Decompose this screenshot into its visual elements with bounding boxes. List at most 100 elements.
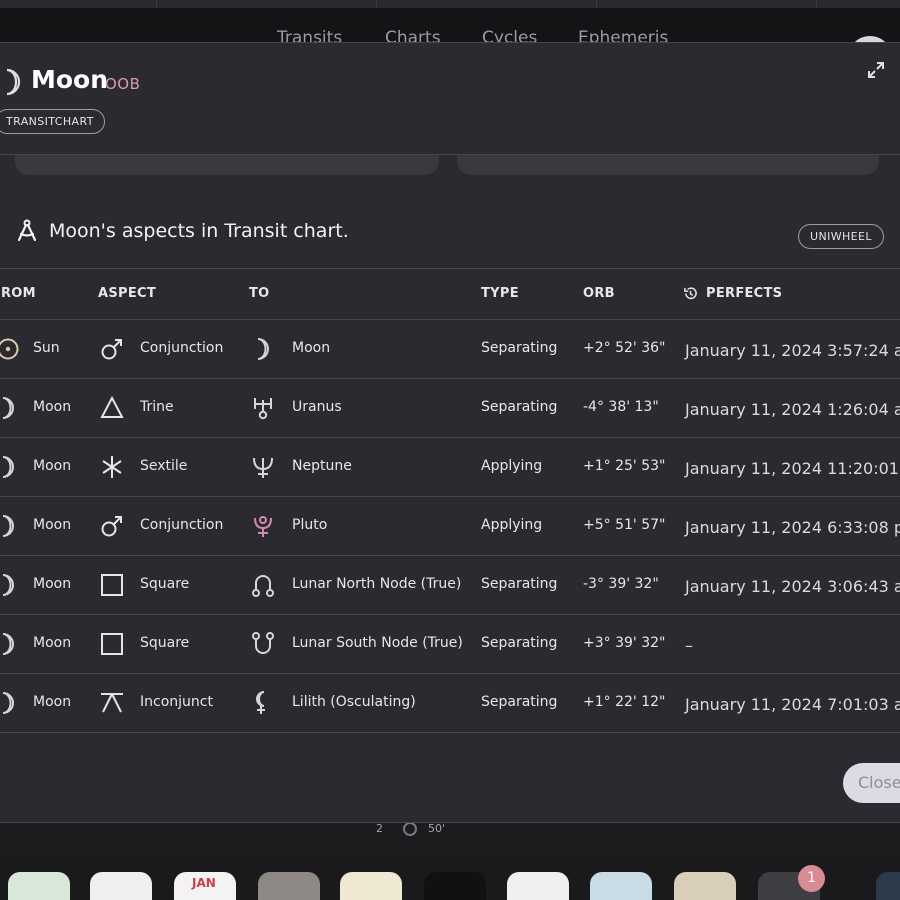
perfects-cell: January 11, 2024 6:33:08 pm xyxy=(685,518,900,537)
header-type[interactable]: TYPE xyxy=(481,286,519,301)
to-cell: Lilith (Osculating) xyxy=(292,694,416,710)
moon-icon xyxy=(2,692,14,714)
expand-icon[interactable] xyxy=(867,61,885,79)
south-node-icon xyxy=(252,632,274,654)
table-row[interactable]: Moon Square Lunar South Node (True) Separat… xyxy=(0,615,900,674)
aspect-cell: Inconjunct xyxy=(140,694,213,710)
to-cell: Neptune xyxy=(292,458,352,474)
header-to[interactable]: TO xyxy=(249,286,270,301)
table-body: Sun Conjunction Moon Separating +2° 52' 36" J… xyxy=(0,320,900,733)
aspect-cell: Conjunction xyxy=(140,340,224,356)
bottom-tick-label: 2 xyxy=(376,822,383,835)
aspect-cell: Square xyxy=(140,576,190,592)
moon-icon xyxy=(2,574,14,596)
table-header: ROM ASPECT TO TYPE ORB PERFECTS xyxy=(0,268,900,320)
from-cell: Sun xyxy=(33,340,60,356)
bottom-degree-label: 50' xyxy=(428,822,446,835)
background-tab xyxy=(597,0,817,8)
type-cell: Separating xyxy=(481,399,558,415)
background-tab xyxy=(0,0,157,8)
type-cell: Separating xyxy=(481,576,558,592)
orb-cell: +5° 51' 57" xyxy=(583,517,666,533)
to-cell: Lunar North Node (True) xyxy=(292,576,462,592)
header-from[interactable]: ROM xyxy=(1,286,36,301)
neptune-icon xyxy=(253,457,273,478)
uranus-icon xyxy=(254,398,272,420)
table-row[interactable]: Sun Conjunction Moon Separating +2° 52' 36" J… xyxy=(0,320,900,379)
aspect-cell: Square xyxy=(140,635,190,651)
close-button[interactable]: Close xyxy=(843,763,900,803)
square-icon xyxy=(101,574,123,596)
aspects-modal: Moon OOB TRANSITCHART Moon's aspects in … xyxy=(0,42,900,823)
background-bottom-strip: 2 50' xyxy=(0,822,900,856)
partial-app-icon[interactable] xyxy=(876,872,900,900)
moon-icon xyxy=(2,456,14,478)
conjunction-icon xyxy=(101,339,122,360)
aspect-cell: Sextile xyxy=(140,458,188,474)
moon-icon xyxy=(6,68,21,96)
from-cell: Moon xyxy=(33,517,72,533)
orb-cell: -4° 38' 13" xyxy=(583,399,659,415)
orb-cell: +1° 25' 53" xyxy=(583,458,666,474)
header-aspect[interactable]: ASPECT xyxy=(98,286,156,301)
table-row[interactable]: Moon Square Lunar North Node (True) Separat… xyxy=(0,556,900,615)
header-orb[interactable]: ORB xyxy=(583,286,615,301)
orb-cell: -3° 39' 32" xyxy=(583,576,659,592)
background-tab xyxy=(377,0,597,8)
type-cell: Separating xyxy=(481,694,558,710)
news-app-icon[interactable] xyxy=(507,872,569,900)
calendar-month-label: JAN xyxy=(192,876,216,890)
type-cell: Separating xyxy=(481,635,558,651)
table-row[interactable]: Moon Conjunction Pluto Applying +5° 51' 57" J… xyxy=(0,497,900,556)
aspects-table: ROM ASPECT TO TYPE ORB PERFECTS Sun Conju… xyxy=(0,268,900,733)
perfects-cell: January 11, 2024 1:26:04 am xyxy=(685,400,900,419)
to-cell: Uranus xyxy=(292,399,342,415)
orb-cell: +2° 52' 36" xyxy=(583,340,666,356)
section-title-text: Moon's aspects in Transit chart. xyxy=(49,220,349,242)
messages-app-icon[interactable] xyxy=(8,872,70,900)
conjunction-icon xyxy=(101,516,122,537)
info-card-right xyxy=(457,155,879,175)
square-icon xyxy=(101,633,123,655)
uniwheel-button[interactable]: UNIWHEEL xyxy=(798,224,884,249)
to-cell: Lunar South Node (True) xyxy=(292,635,463,651)
perfects-cell: January 11, 2024 3:06:43 am xyxy=(685,577,900,596)
trine-icon xyxy=(100,395,124,418)
history-icon xyxy=(684,287,697,300)
transitchart-chip[interactable]: TRANSITCHART xyxy=(0,109,105,134)
from-cell: Moon xyxy=(33,635,72,651)
notes-app-icon[interactable] xyxy=(340,872,402,900)
moon-icon xyxy=(257,338,269,360)
aspect-cell: Trine xyxy=(140,399,174,415)
orb-cell: +3° 39' 32" xyxy=(583,635,666,651)
background-top-bar xyxy=(0,0,900,8)
perfects-cell: January 11, 2024 7:01:03 am xyxy=(685,695,900,714)
finder-app-icon[interactable] xyxy=(258,872,320,900)
lilith-icon xyxy=(256,691,265,714)
table-row[interactable]: Moon Trine Uranus Separating -4° 38' 13" Janu… xyxy=(0,379,900,438)
from-cell: Moon xyxy=(33,458,72,474)
oob-badge: OOB xyxy=(105,75,141,93)
header-perfects[interactable]: PERFECTS xyxy=(683,286,782,301)
from-cell: Moon xyxy=(33,399,72,415)
moon-icon xyxy=(2,515,14,537)
table-row[interactable]: Moon Inconjunct Lilith (Osculating) Separat… xyxy=(0,674,900,733)
perfects-cell: January 11, 2024 11:20:01 am xyxy=(685,459,900,478)
to-cell: Pluto xyxy=(292,517,328,533)
preview-app-icon[interactable] xyxy=(590,872,652,900)
pages-app-icon[interactable] xyxy=(674,872,736,900)
dock xyxy=(0,856,900,900)
photos-app-icon[interactable] xyxy=(90,872,152,900)
sextile-icon xyxy=(102,456,122,478)
from-cell: Moon xyxy=(33,576,72,592)
background-tab xyxy=(157,0,377,8)
type-cell: Separating xyxy=(481,340,558,356)
moon-icon xyxy=(2,397,14,419)
tv-app-icon[interactable] xyxy=(424,872,486,900)
perfects-cell: – xyxy=(685,636,693,655)
orb-cell: +1° 22' 12" xyxy=(583,694,666,710)
compass-icon xyxy=(17,219,37,242)
type-cell: Applying xyxy=(481,517,543,533)
table-row[interactable]: Moon Sextile Neptune Applying +1° 25' 53" Jan… xyxy=(0,438,900,497)
header-perfects-label: PERFECTS xyxy=(706,286,783,301)
